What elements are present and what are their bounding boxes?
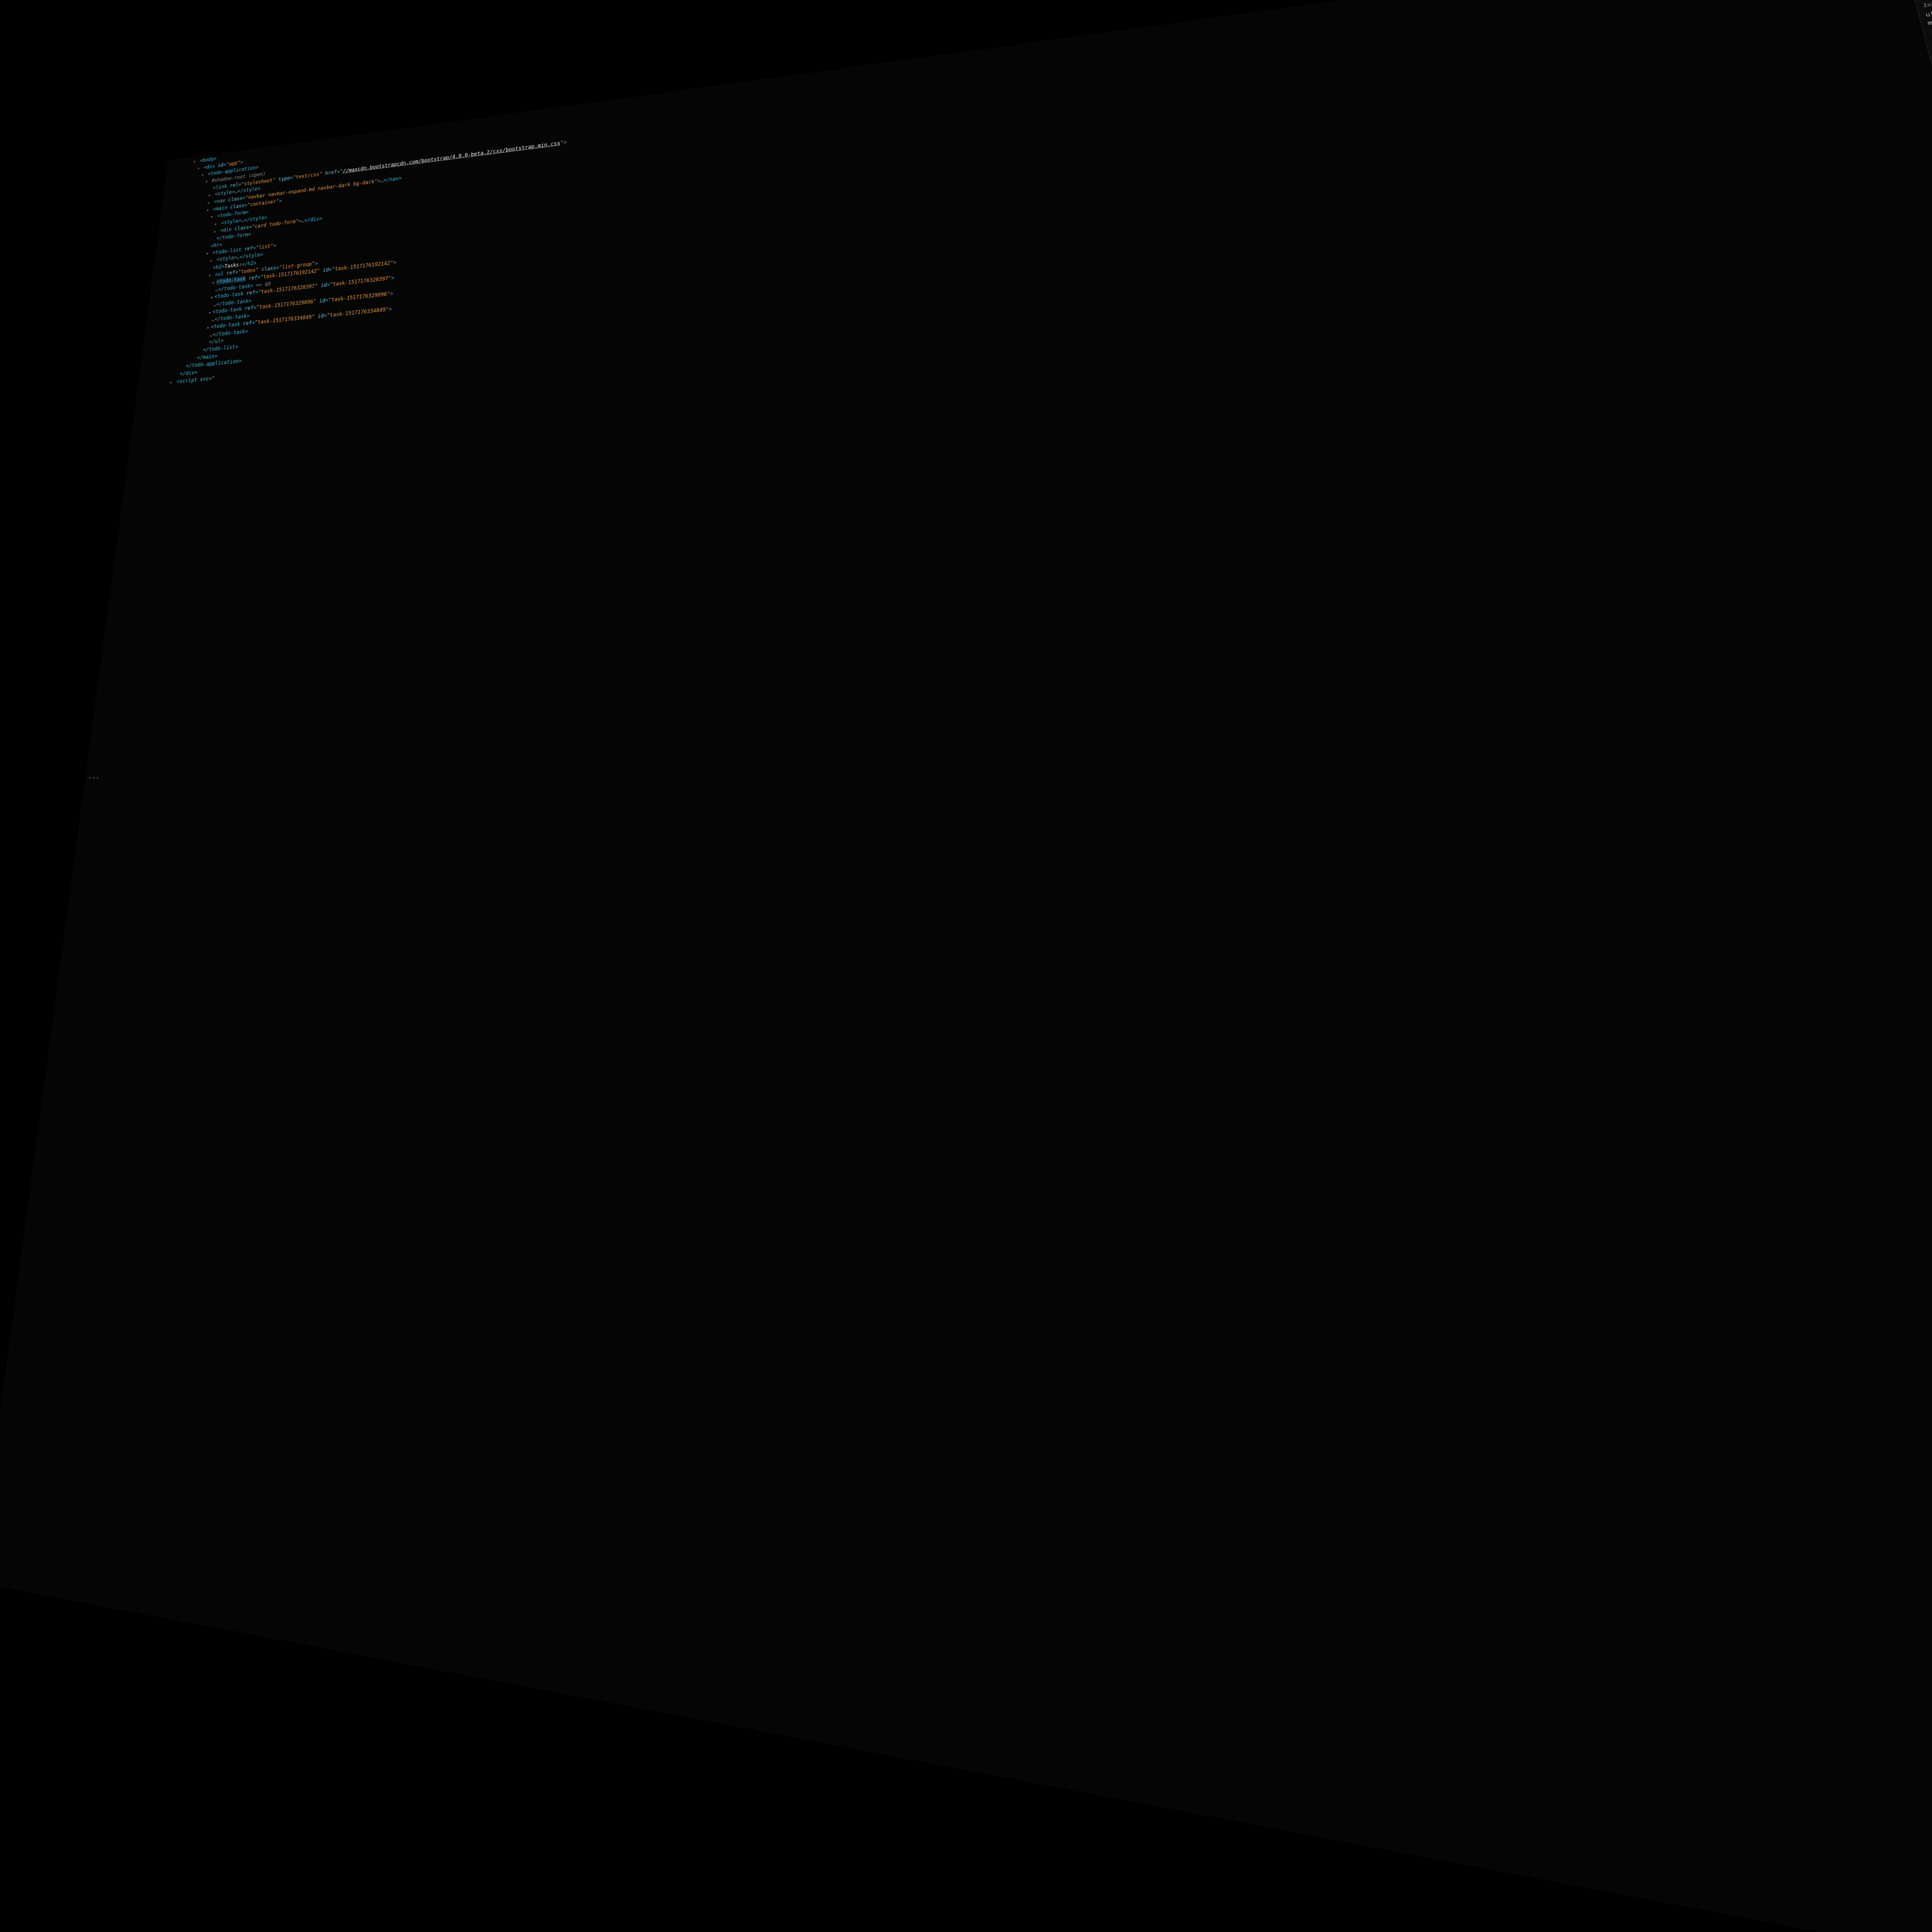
chevron-right-icon[interactable]: ▶ [208,192,212,199]
chevron-down-icon[interactable]: ▼ [211,214,214,221]
chevron-right-icon[interactable]: ▶ [210,257,214,265]
gutter-overflow-icon: ••• [88,774,100,782]
inherited-from-ul: Inherited from ul.list [1922,0,1932,9]
chevron-right-icon[interactable]: ▶ [207,199,211,207]
chevron-down-icon[interactable]: ▼ [197,165,201,172]
dom-node-div-app[interactable]: ▼ <div id="app"> ▼ <todo-application> ▼ … [169,0,1932,379]
chevron-right-icon[interactable]: ▶ [207,324,211,332]
chevron-right-icon[interactable]: ▶ [214,228,217,236]
chevron-down-icon[interactable]: ▼ [208,272,212,279]
chevron-down-icon[interactable]: ▼ [206,207,210,214]
chevron-down-icon[interactable]: ▼ [205,179,209,186]
tag-body: body [202,156,214,163]
chevron-right-icon[interactable]: ▶ [214,221,218,228]
dom-node-body[interactable]: ▼ <body> ▼ <div id="app"> ▼ <todo-applic… [140,0,1932,389]
dom-node-todo-application[interactable]: ▼ <todo-application> ▼ #shadow-root (ope… [175,0,1932,371]
chevron-right-icon[interactable]: ▶ [211,294,214,301]
elements-panel[interactable]: ••• ▼ <body> ▼ <div id="app"> ▼ <todo-ap… [0,0,1932,1932]
chevron-down-icon[interactable]: ▼ [206,250,209,258]
chevron-down-icon[interactable]: ▼ [201,172,205,179]
chevron-down-icon[interactable]: ▼ [193,159,197,166]
chevron-right-icon[interactable]: ▶ [213,279,216,287]
chevron-right-icon[interactable]: ▶ [209,309,213,316]
chevron-right-icon[interactable]: ▶ [170,379,174,387]
